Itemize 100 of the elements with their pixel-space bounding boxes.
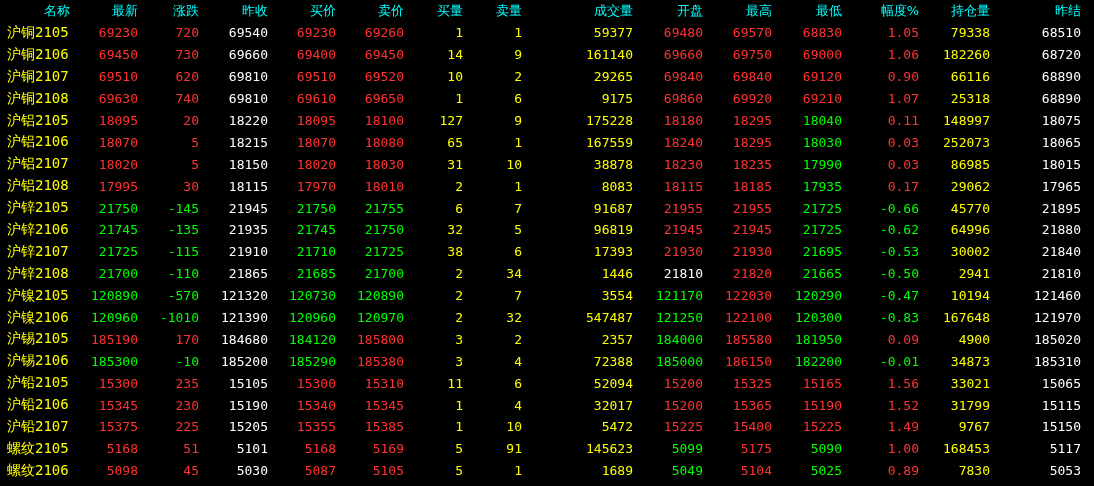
table-cell: 5087 <box>304 463 336 479</box>
table-cell: 1.56 <box>887 375 919 391</box>
table-cell: 18070 <box>296 134 336 150</box>
table-cell: 69510 <box>98 69 138 85</box>
column-header[interactable]: 昨结 <box>1055 2 1081 20</box>
table-cell: 252073 <box>943 134 990 150</box>
table-cell: 66116 <box>950 69 990 85</box>
table-cell: 8083 <box>601 178 633 194</box>
table-cell: 69000 <box>802 47 842 63</box>
table-cell: 21880 <box>1041 222 1081 238</box>
contract-name[interactable]: 沪铝2107 <box>0 155 69 174</box>
contract-name[interactable]: 沪铜2108 <box>0 89 69 108</box>
table-cell: 5 <box>514 222 522 238</box>
table-cell: 69660 <box>663 47 703 63</box>
table-cell: 15345 <box>98 397 138 413</box>
table-cell: 17995 <box>98 178 138 194</box>
table-cell: 1 <box>514 25 522 41</box>
table-cell: -0.83 <box>879 310 919 325</box>
column-header[interactable]: 买量 <box>437 2 463 20</box>
contract-name[interactable]: 沪锌2107 <box>0 242 69 261</box>
table-cell: 69520 <box>364 69 404 85</box>
table-cell: 5025 <box>810 463 842 479</box>
table-cell: 168453 <box>943 441 990 457</box>
table-cell: 18020 <box>98 156 138 172</box>
table-cell: 6 <box>514 375 522 391</box>
table-cell: 69120 <box>802 69 842 85</box>
column-header[interactable]: 开盘 <box>677 2 703 20</box>
column-header[interactable]: 最低 <box>816 2 842 20</box>
table-cell: 181950 <box>795 331 842 347</box>
contract-name[interactable]: 沪镍2105 <box>0 286 69 305</box>
table-cell: 21745 <box>296 222 336 238</box>
contract-name[interactable]: 沪铝2105 <box>0 111 69 130</box>
table-cell: 0.90 <box>887 69 919 85</box>
table-cell: 15150 <box>1041 419 1081 435</box>
table-cell: 15300 <box>98 375 138 391</box>
column-header[interactable]: 最高 <box>746 2 772 20</box>
table-cell: 6 <box>514 91 522 107</box>
contract-name[interactable]: 螺纹2106 <box>0 461 69 480</box>
table-cell: 0.09 <box>887 331 919 347</box>
contract-name[interactable]: 沪铅2107 <box>0 417 69 436</box>
column-header[interactable]: 卖量 <box>496 2 522 20</box>
table-cell: 20 <box>183 113 199 128</box>
contract-name[interactable]: 沪铅2105 <box>0 374 69 393</box>
column-header[interactable]: 最新 <box>112 2 138 20</box>
column-header[interactable]: 幅度% <box>880 2 919 20</box>
table-cell: 1.07 <box>887 91 919 107</box>
contract-name[interactable]: 沪锡2105 <box>0 330 69 349</box>
table-cell: 21725 <box>802 200 842 216</box>
table-cell: 18215 <box>228 134 268 150</box>
contract-name[interactable]: 沪铜2106 <box>0 45 69 64</box>
table-cell: 1 <box>514 463 522 479</box>
table-cell: 127 <box>439 113 463 128</box>
column-header[interactable]: 涨跌 <box>173 2 199 20</box>
table-cell: 185200 <box>221 353 268 369</box>
table-cell: -0.66 <box>879 200 919 216</box>
column-header[interactable]: 卖价 <box>378 2 404 20</box>
contract-name[interactable]: 沪锌2108 <box>0 264 69 283</box>
table-cell: 68720 <box>1041 47 1081 63</box>
column-header[interactable]: 昨收 <box>242 2 268 20</box>
table-cell: 2 <box>514 69 522 85</box>
table-cell: 21725 <box>364 244 404 260</box>
contract-name[interactable]: 沪铝2108 <box>0 177 69 196</box>
table-cell: 15200 <box>663 397 703 413</box>
table-cell: 21700 <box>364 266 404 282</box>
table-cell: 69920 <box>732 91 772 107</box>
table-cell: 69570 <box>732 25 772 41</box>
table-cell: 32 <box>506 310 522 325</box>
table-cell: 59377 <box>593 25 633 41</box>
table-cell: 122030 <box>725 288 772 304</box>
table-cell: 69450 <box>98 47 138 63</box>
table-cell: 17990 <box>802 156 842 172</box>
table-cell: 2 <box>514 331 522 347</box>
table-cell: 10 <box>506 419 522 435</box>
table-cell: 185380 <box>357 353 404 369</box>
column-header[interactable]: 买价 <box>310 2 336 20</box>
table-cell: 69450 <box>364 47 404 63</box>
table-cell: 1689 <box>601 463 633 479</box>
contract-name[interactable]: 沪铅2106 <box>0 396 69 415</box>
contract-name[interactable]: 沪锌2105 <box>0 199 69 218</box>
table-cell: 120890 <box>357 288 404 304</box>
contract-name[interactable]: 沪铜2105 <box>0 23 69 42</box>
table-cell: 69480 <box>663 25 703 41</box>
table-cell: 3 <box>455 331 463 347</box>
table-cell: 167648 <box>943 310 990 325</box>
column-header[interactable]: 持仓量 <box>951 2 990 20</box>
contract-name[interactable]: 沪铝2106 <box>0 133 69 152</box>
contract-name[interactable]: 沪锌2106 <box>0 220 69 239</box>
column-header[interactable]: 成交量 <box>594 2 633 20</box>
table-cell: 21665 <box>802 266 842 282</box>
table-cell: 184000 <box>656 331 703 347</box>
table-cell: 21955 <box>732 200 772 216</box>
contract-name[interactable]: 沪铜2107 <box>0 67 69 86</box>
table-cell: 3 <box>455 353 463 369</box>
table-cell: 10 <box>447 69 463 85</box>
table-cell: 6 <box>514 244 522 260</box>
table-cell: 91 <box>506 441 522 457</box>
column-header[interactable]: 名称 <box>44 2 70 20</box>
contract-name[interactable]: 螺纹2105 <box>0 439 69 458</box>
contract-name[interactable]: 沪锡2106 <box>0 352 69 371</box>
contract-name[interactable]: 沪镍2106 <box>0 308 69 327</box>
